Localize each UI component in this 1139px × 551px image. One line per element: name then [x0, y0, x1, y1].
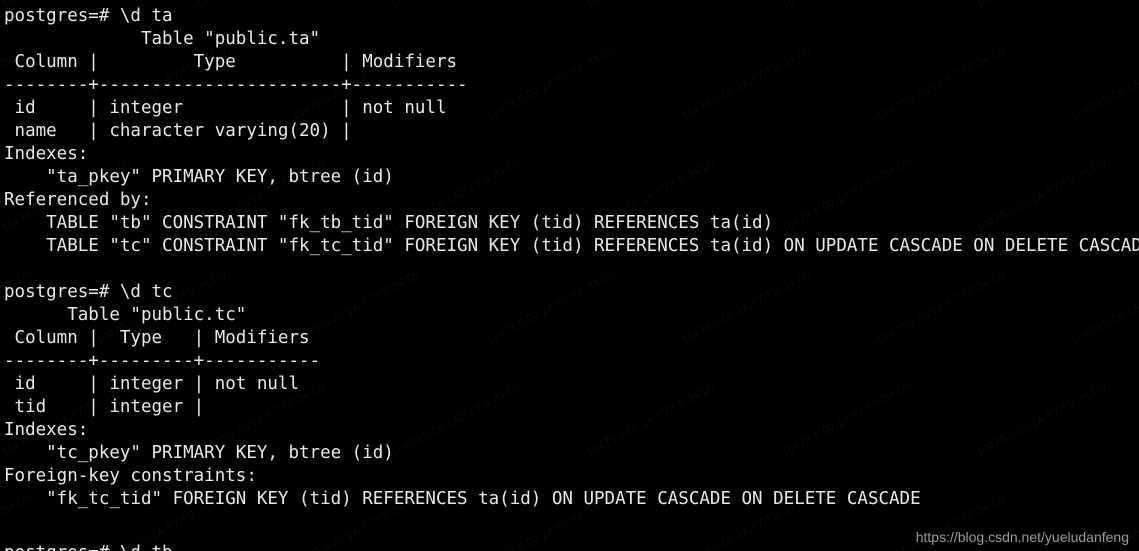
terminal-line: postgres=# \d tc [4, 282, 173, 302]
terminal-line: TABLE "tc" CONSTRAINT "fk_tc_tid" FOREIG… [4, 236, 1139, 256]
terminal-line: Indexes: [4, 144, 89, 164]
terminal-line: id | integer | not null [4, 98, 447, 118]
terminal-line: TABLE "tb" CONSTRAINT "fk_tb_tid" FOREIG… [4, 213, 774, 233]
terminal-line: Table "public.ta" [4, 29, 321, 49]
terminal-line: "fk_tc_tid" FOREIGN KEY (tid) REFERENCES… [4, 489, 921, 509]
blog-url-watermark: https://blog.csdn.net/yueludanfeng [915, 529, 1129, 545]
terminal-line: Referenced by: [4, 190, 152, 210]
terminal-line: --------+-----------------------+-------… [4, 75, 468, 95]
terminal-output[interactable]: postgres=# \d ta Table "public.ta" Colum… [0, 0, 1139, 534]
terminal-line: Indexes: [4, 420, 89, 440]
terminal-line: name | character varying(20) | [4, 121, 352, 141]
terminal-line: postgres=# \d ta [4, 6, 173, 26]
terminal-line: id | integer | not null [4, 374, 300, 394]
terminal-line: --------+---------+----------- [4, 351, 321, 371]
terminal-line: Column | Type | Modifiers [4, 52, 468, 72]
terminal-line: Column | Type | Modifiers [4, 328, 321, 348]
terminal-line: tid | integer | [4, 397, 205, 417]
terminal-line: "tc_pkey" PRIMARY KEY, btree (id) [4, 443, 394, 463]
terminal-line: Table "public.tc" [4, 305, 247, 325]
terminal-line: "ta_pkey" PRIMARY KEY, btree (id) [4, 167, 394, 187]
terminal-line: Foreign-key constraints: [4, 466, 257, 486]
terminal-window[interactable]: postgres=# \d ta Table "public.ta" Colum… [0, 0, 1139, 551]
